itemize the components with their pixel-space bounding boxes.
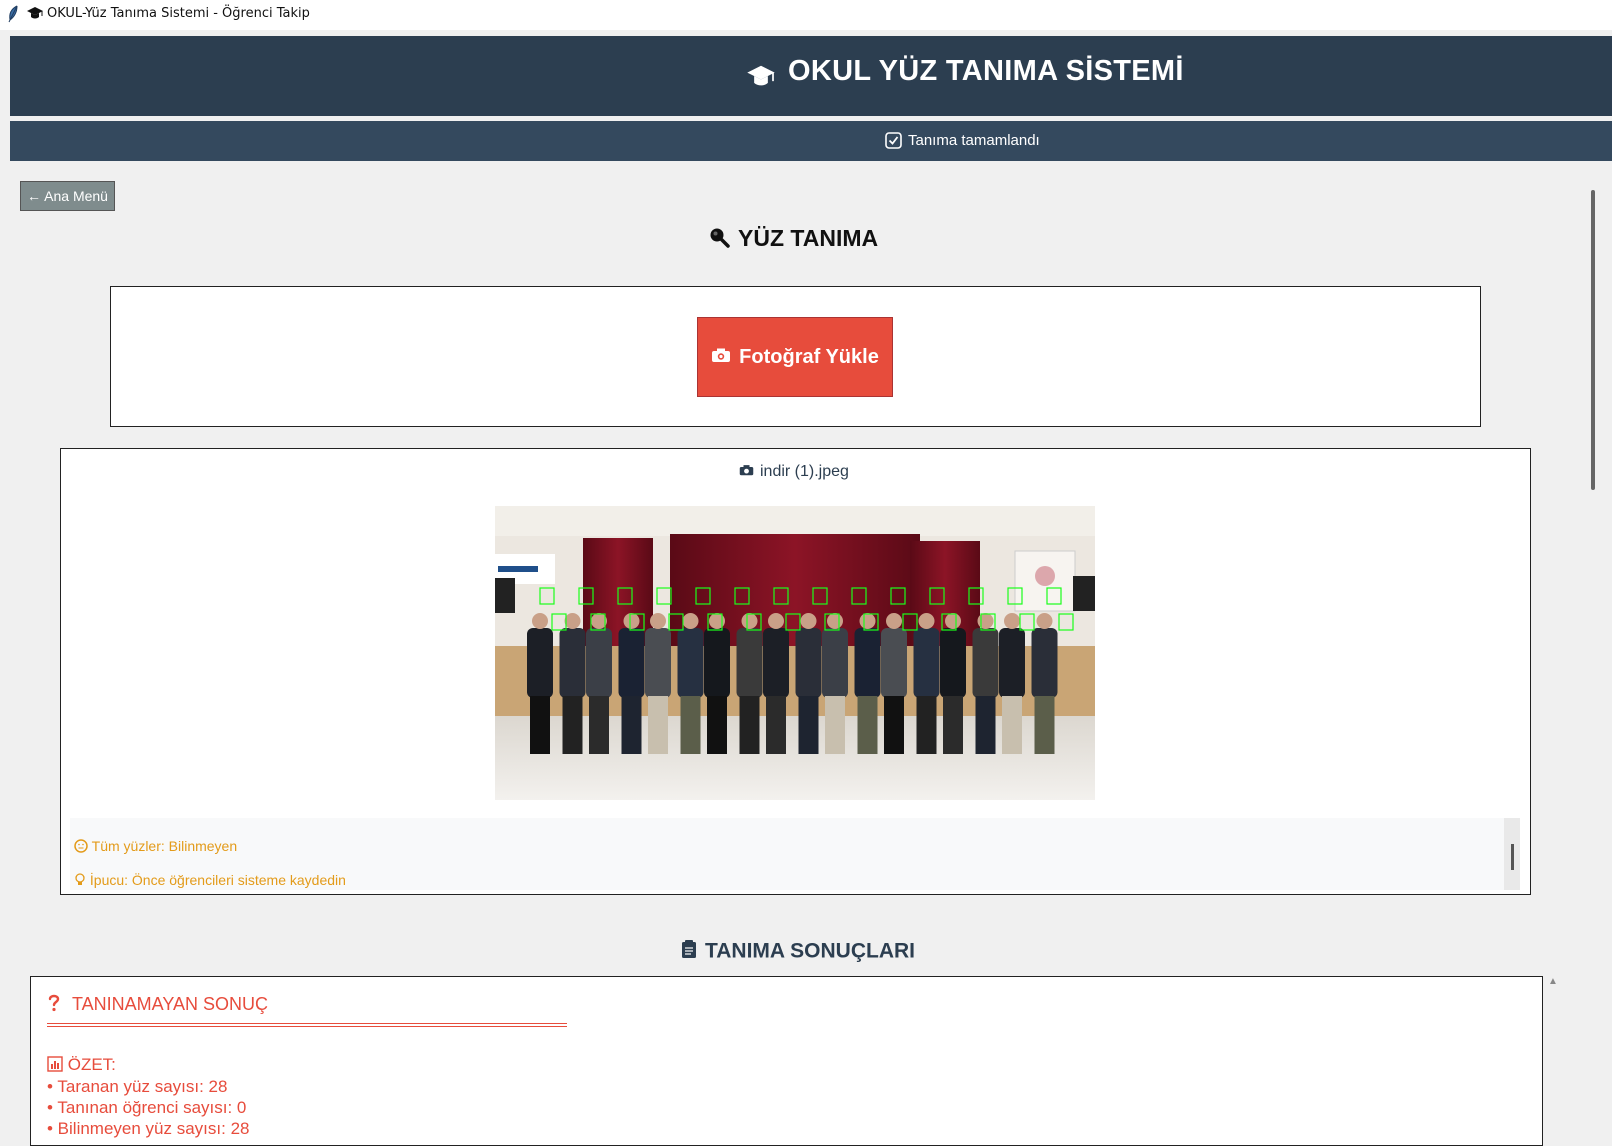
status-bar: Tanıma tamamlandı — [10, 121, 1612, 161]
main-scrollbar[interactable] — [1582, 170, 1602, 1140]
question-icon — [47, 994, 66, 1014]
results-status-text: TANINAMAYAN SONUÇ — [72, 994, 269, 1014]
camera-icon — [739, 463, 754, 481]
status-text: Tanıma tamamlandı — [908, 132, 1040, 149]
info-line-text: Tüm yüzler: Bilinmeyen — [91, 838, 238, 854]
info-line: İpucu: Önce öğrencileri sisteme kaydedin — [74, 872, 346, 888]
clipboard-icon — [681, 939, 697, 965]
separator-line — [47, 1023, 567, 1027]
file-name-text: indir (1).jpeg — [760, 463, 849, 481]
summary-line: • Tanınan öğrenci sayısı: 0 — [47, 1098, 247, 1117]
page-title-text: YÜZ TANIMA — [738, 225, 879, 251]
summary-line: • Bilinmeyen yüz sayısı: 28 — [47, 1119, 250, 1138]
checkbox-checked-icon — [885, 132, 902, 153]
magnifier-icon — [708, 226, 730, 254]
results-scroll-up-arrow[interactable]: ▲ — [1548, 976, 1562, 990]
upload-photo-button[interactable]: Fotoğraf Yükle — [697, 317, 893, 397]
info-line-text: İpucu: Önce öğrencileri sisteme kaydedin — [89, 872, 346, 888]
lightbulb-icon — [74, 872, 90, 888]
results-heading: TANIMA SONUÇLARI — [681, 939, 915, 965]
page-title: YÜZ TANIMA — [708, 225, 878, 254]
app-header: OKUL YÜZ TANIMA SİSTEMİ — [10, 36, 1612, 116]
info-line: Tüm yüzler: Bilinmeyen — [74, 838, 237, 854]
graduation-cap-icon — [747, 64, 775, 93]
feather-icon — [7, 5, 19, 27]
recognition-info-box: Tüm yüzler: Bilinmeyen İpucu: Önce öğren… — [70, 818, 1520, 890]
results-status-title: TANINAMAYAN SONUÇ — [47, 994, 268, 1015]
back-to-menu-button[interactable]: ← Ana Menü — [20, 181, 115, 211]
app-title: OKUL YÜZ TANIMA SİSTEMİ — [788, 55, 1184, 87]
info-scrollbar-thumb[interactable] — [1511, 844, 1514, 870]
main-scrollbar-thumb[interactable] — [1591, 190, 1595, 490]
results-heading-text: TANIMA SONUÇLARI — [705, 939, 915, 963]
results-text-panel[interactable]: TANINAMAYAN SONUÇ ÖZET: • Taranan yüz sa… — [30, 976, 1543, 1146]
file-name-label: indir (1).jpeg — [739, 463, 849, 481]
smiley-icon — [74, 838, 92, 854]
summary-title: ÖZET: — [47, 1055, 116, 1075]
summary-line: • Taranan yüz sayısı: 28 — [47, 1077, 228, 1096]
graduation-cap-icon — [27, 6, 43, 24]
upload-photo-label: Fotoğraf Yükle — [739, 345, 879, 368]
window-title: OKUL-Yüz Tanıma Sistemi - Öğrenci Takip — [47, 6, 310, 21]
camera-icon — [711, 346, 731, 369]
window-titlebar: OKUL-Yüz Tanıma Sistemi - Öğrenci Takip — [0, 0, 1612, 30]
summary-title-text: ÖZET: — [67, 1055, 116, 1074]
uploaded-photo — [495, 506, 1095, 800]
bar-chart-icon — [47, 1055, 68, 1074]
